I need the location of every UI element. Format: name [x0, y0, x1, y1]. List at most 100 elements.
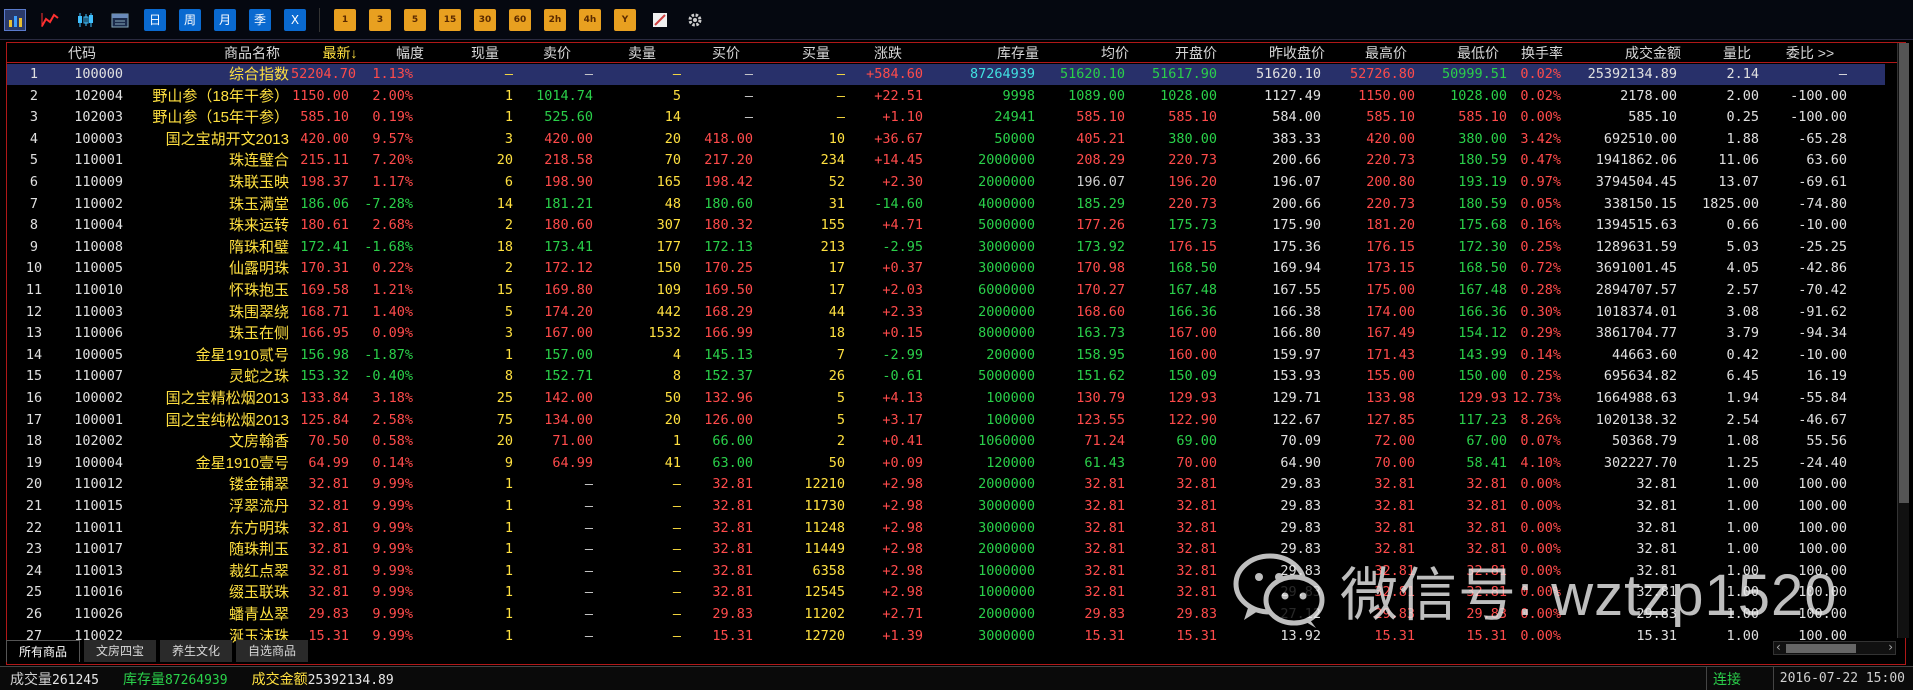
- cell-cur-vol: 2: [504, 217, 513, 234]
- month-icon[interactable]: 月: [214, 8, 236, 31]
- cell-prev-close: 167.55: [1272, 282, 1321, 298]
- cell-open: 32.81: [1176, 476, 1217, 493]
- table-row[interactable]: 19 100004 金星1910壹号 64.99 0.14% 9 64.99 41 63.00 5…: [7, 453, 1885, 474]
- col-header-range[interactable]: 幅度: [377, 43, 443, 63]
- col-header-avg[interactable]: 均价: [1047, 43, 1129, 63]
- col-header-amount[interactable]: 成交金额: [1591, 43, 1681, 63]
- table-row[interactable]: 3 102003 野山参（15年干参） 585.10 0.19% 1 525.60 14— — +…: [7, 107, 1885, 128]
- bar-chart-icon[interactable]: [4, 8, 26, 31]
- table-row[interactable]: 15 110007 灵蛇之珠 153.32 -0.40% 8 152.71 8 152.37 26…: [7, 366, 1885, 387]
- cell-ask-vol: 307: [656, 217, 681, 234]
- table-row[interactable]: 20 110012 镂金铺翠 32.81 9.99% 1— —32.81 12210 +2.98…: [7, 474, 1885, 495]
- period-60min-button[interactable]: 60: [509, 8, 531, 31]
- col-header-prev-close[interactable]: 昨收盘价: [1233, 43, 1325, 63]
- cell-avg: 15.31: [1084, 627, 1125, 644]
- calendar-icon[interactable]: [109, 9, 131, 31]
- period-3min-button[interactable]: 3: [369, 8, 391, 31]
- col-header-low[interactable]: 最低价: [1421, 43, 1499, 63]
- scroll-right-icon[interactable]: ›: [1888, 640, 1893, 654]
- table-row[interactable]: 21 110015 浮翠流丹 32.81 9.99% 1— —32.81 11730 +2.98…: [7, 496, 1885, 517]
- connection-status[interactable]: 连接: [1706, 667, 1741, 690]
- period-5min-button[interactable]: 5: [404, 8, 426, 31]
- cell-stock: 3000000: [978, 238, 1035, 255]
- cell-stock: 100000: [986, 390, 1035, 406]
- horizontal-scroll-thumb[interactable]: [1786, 644, 1856, 653]
- cell-prev-close: 200.66: [1272, 195, 1321, 212]
- col-header-ask[interactable]: 卖价: [517, 43, 597, 63]
- period-year-button[interactable]: Y: [614, 8, 636, 31]
- period-1min-button[interactable]: 1: [334, 8, 356, 31]
- col-header-ask-vol[interactable]: 卖量: [607, 43, 677, 63]
- table-row[interactable]: 12 110003 珠围翠绕 168.71 1.40% 5 174.20 442 168.29 4…: [7, 302, 1885, 323]
- scroll-left-icon[interactable]: ‹: [1776, 640, 1781, 654]
- col-header-name[interactable]: 商品名称: [207, 43, 297, 63]
- line-chart-icon[interactable]: [39, 9, 61, 31]
- vertical-scrollbar[interactable]: [1897, 43, 1909, 638]
- cell-bid-vol: 11202: [804, 606, 845, 622]
- col-header-vol-ratio[interactable]: 量比: [1683, 43, 1751, 63]
- cell-name: 野山参（18年干参）: [152, 87, 289, 105]
- tab-watchlist[interactable]: 自选商品: [236, 640, 309, 662]
- table-row[interactable]: 13 110006 珠玉在侧 166.95 0.09% 3 167.00 1532 166.99…: [7, 323, 1885, 344]
- cell-cur-vol: 75: [496, 411, 513, 428]
- period-15min-button[interactable]: 15: [439, 8, 461, 31]
- cell-change: +3.17: [882, 411, 923, 428]
- col-header-cur-vol[interactable]: 现量: [457, 43, 513, 63]
- tab-all-goods[interactable]: 所有商品: [6, 640, 81, 662]
- table-row[interactable]: 17 100001 国之宝纯松烟2013 125.84 2.58% 75 134.00 20 1…: [7, 410, 1885, 431]
- candlestick-icon[interactable]: [74, 9, 96, 31]
- cell-range: 0.22%: [372, 260, 413, 277]
- cell-cur-vol: 2: [504, 260, 513, 277]
- col-header-last[interactable]: 最新↓: [307, 43, 373, 63]
- gear-icon[interactable]: [684, 9, 706, 31]
- col-header-change[interactable]: 涨跌: [855, 43, 921, 63]
- table-row[interactable]: 14 100005 金星1910贰号 156.98 -1.87% 1 157.00 4 145.…: [7, 345, 1885, 366]
- col-header-code[interactable]: 代码: [47, 43, 117, 63]
- cell-bid-vol: 6358: [812, 562, 845, 579]
- table-row[interactable]: 10 110005 仙露明珠 170.31 0.22% 2 172.12 150 170.25 1…: [7, 258, 1885, 279]
- col-header-bid-ratio[interactable]: 委比 >>: [1773, 43, 1847, 63]
- table-row[interactable]: 9 110008 隋珠和璧 172.41 -1.68% 18 173.41 177 172.13…: [7, 237, 1885, 258]
- col-header-bid-vol[interactable]: 买量: [787, 43, 845, 63]
- cell-stock: 4000000: [978, 195, 1035, 212]
- table-row[interactable]: 2 102004 野山参（18年干参） 1150.00 2.00% 1 1014.74 5— —…: [7, 86, 1885, 107]
- col-header-open[interactable]: 开盘价: [1143, 43, 1217, 63]
- table-row[interactable]: 4 100003 国之宝胡开文2013 420.00 9.57% 3 420.00 20 418…: [7, 129, 1885, 150]
- cell-code: 102002: [74, 433, 123, 450]
- period-30min-button[interactable]: 30: [474, 8, 496, 31]
- close-icon[interactable]: X: [284, 8, 306, 31]
- table-row[interactable]: 5 110001 珠连璧合 215.11 7.20% 20 218.58 70 217.20 23…: [7, 150, 1885, 171]
- cell-code: 100002: [74, 390, 123, 406]
- table-row[interactable]: 16 100002 国之宝精松烟2013 133.84 3.18% 25 142.00 50 1…: [7, 388, 1885, 409]
- cell-open: 51617.90: [1151, 66, 1217, 82]
- table-row[interactable]: 7 110002 珠玉满堂 186.06 -7.28% 14 181.21 48 180.60 3…: [7, 194, 1885, 215]
- cell-bid-vol: —: [836, 87, 845, 104]
- horizontal-scrollbar[interactable]: ‹ ›: [1773, 640, 1896, 655]
- week-icon[interactable]: 周: [179, 8, 201, 31]
- cell-range: 1.17%: [372, 174, 413, 190]
- cell-low: 32.81: [1466, 498, 1507, 514]
- cell-bid-ratio: -70.42: [1798, 282, 1847, 298]
- col-header-stock[interactable]: 库存量: [937, 43, 1039, 63]
- table-row[interactable]: 18 102002 文房翰香 70.50 0.58% 20 71.00 1 66.00 2 +0.4…: [7, 431, 1885, 452]
- table-row[interactable]: 22 110011 东方明珠 32.81 9.99% 1— —32.81 11248 +2.98…: [7, 518, 1885, 539]
- table-row[interactable]: 8 110004 珠来运转 180.61 2.68% 2 180.60 307 180.32 15…: [7, 215, 1885, 236]
- season-icon[interactable]: 季: [249, 8, 271, 31]
- col-header-turnover[interactable]: 换手率: [1507, 43, 1563, 63]
- vertical-scroll-thumb[interactable]: [1899, 43, 1909, 503]
- table-row[interactable]: 11 110010 怀珠抱玉 169.58 1.21% 15 169.80 109 169.50…: [7, 280, 1885, 301]
- tab-stationery[interactable]: 文房四宝: [84, 640, 157, 662]
- table-row[interactable]: 1 100000 综合指数 52204.70 1.13% — — — — — +584.60 8726…: [7, 64, 1885, 85]
- draw-tool-icon[interactable]: [649, 9, 671, 31]
- col-header-high[interactable]: 最高价: [1335, 43, 1407, 63]
- col-header-bid[interactable]: 买价: [697, 43, 755, 63]
- tab-wellness[interactable]: 养生文化: [160, 640, 233, 662]
- table-row[interactable]: 6 110009 珠联玉映 198.37 1.17% 6 198.90 165 198.42 52…: [7, 172, 1885, 193]
- period-4h-button[interactable]: 4h: [579, 8, 601, 31]
- cell-stock: 200000: [986, 346, 1035, 363]
- cell-bid-ratio: 100.00: [1798, 498, 1847, 514]
- period-2h-button[interactable]: 2h: [544, 8, 566, 31]
- day-icon[interactable]: 日: [144, 8, 166, 31]
- cell-stock: 2000000: [978, 541, 1035, 558]
- table-header: 代码 商品名称 最新↓ 幅度 现量 卖价 卖量 买价 买量 涨跌 库存量 均价 开盘价 昨收盘价 最高价 最低…: [7, 43, 1905, 63]
